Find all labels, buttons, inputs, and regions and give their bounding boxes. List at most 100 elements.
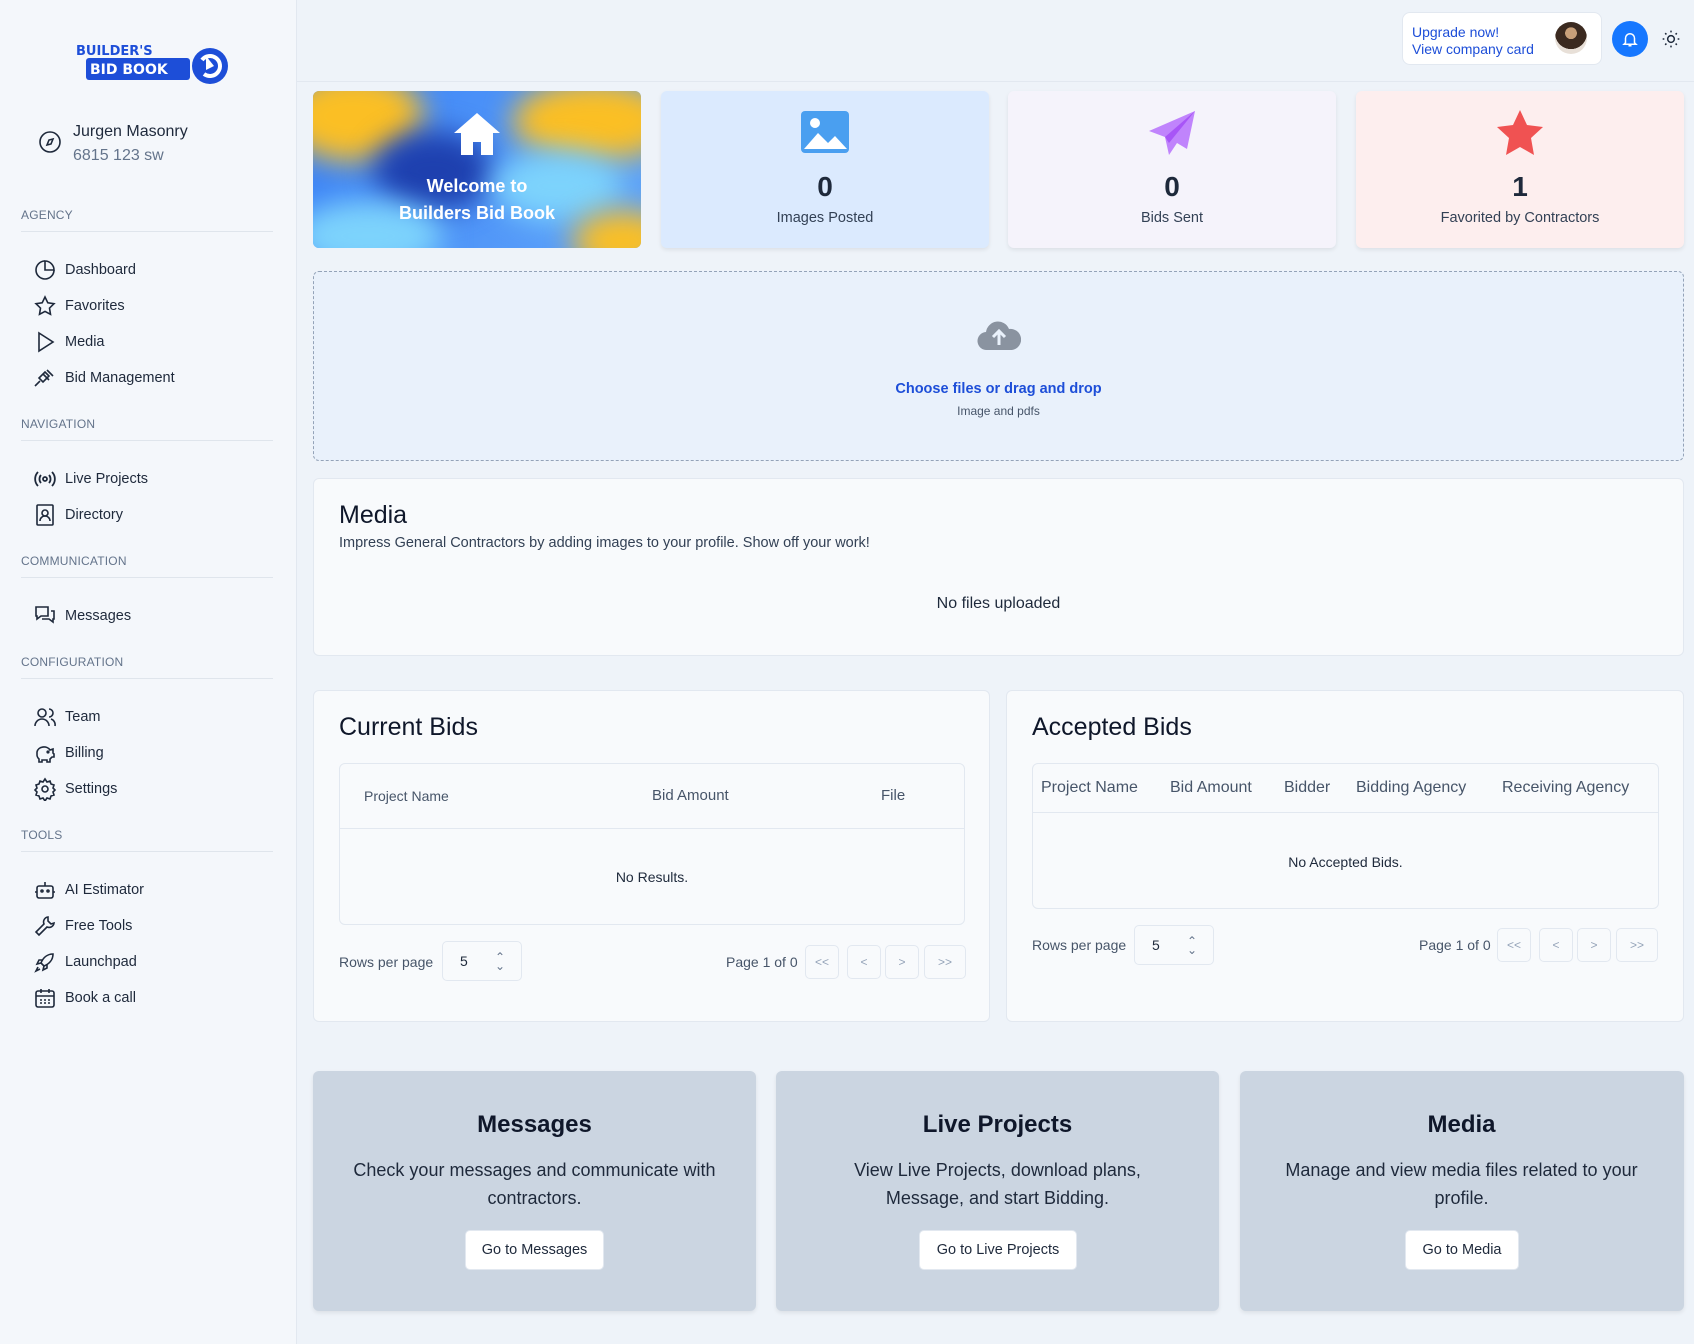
column-header[interactable]: Bidding Agency <box>1356 779 1466 797</box>
next-page-button[interactable]: > <box>1577 928 1611 962</box>
accepted-bids-table: Project Name Bid Amount Bidder Bidding A… <box>1032 763 1659 909</box>
rows-per-page-label: Rows per page <box>1032 937 1127 953</box>
panel-title: Accepted Bids <box>1032 713 1192 741</box>
welcome-banner: Welcome to Builders Bid Book <box>313 91 641 248</box>
sidebar-item-label: AI Estimator <box>65 882 144 898</box>
notifications-button[interactable] <box>1612 21 1648 57</box>
sidebar-item-label: Book a call <box>65 990 136 1006</box>
divider <box>21 678 273 679</box>
sidebar-item-label: Launchpad <box>65 954 137 970</box>
welcome-text: Welcome to Builders Bid Book <box>313 173 641 227</box>
current-bids-table: Project Name Bid Amount File No Results. <box>339 763 965 925</box>
sidebar-item-messages[interactable]: Messages <box>33 602 131 630</box>
go-to-messages-button[interactable]: Go to Messages <box>465 1230 604 1270</box>
sidebar-item-label: Messages <box>65 608 132 624</box>
star-icon <box>34 295 56 316</box>
stat-value: 0 <box>817 171 833 202</box>
accepted-bids-panel: Accepted Bids Project Name Bid Amount Bi… <box>1006 690 1684 1022</box>
sidebar-item-settings[interactable]: Settings <box>33 775 117 803</box>
broadcast-icon <box>34 471 56 487</box>
star-icon <box>1497 110 1543 155</box>
card-description: Check your messages and communicate with… <box>353 1160 716 1208</box>
stat-label: Bids Sent <box>1140 210 1204 226</box>
rows-per-page-value: 5 <box>1152 937 1160 953</box>
card-title: Messages <box>477 1111 592 1138</box>
calendar-icon <box>35 989 55 1008</box>
card-description: View Live Projects, download plans, Mess… <box>854 1160 1141 1208</box>
divider <box>21 231 273 232</box>
gavel-icon <box>34 369 54 387</box>
sidebar-item-billing[interactable]: Billing <box>33 739 104 767</box>
sidebar-item-label: Free Tools <box>65 918 133 934</box>
sidebar-item-live-projects[interactable]: Live Projects <box>33 465 148 493</box>
piggy-bank-icon <box>36 746 55 763</box>
upgrade-link[interactable]: Upgrade now! <box>1412 24 1499 40</box>
company-switcher[interactable]: Jurgen Masonry 6815 123 sw <box>38 120 188 168</box>
brand-logo[interactable]: BUILDER'S BID BOOK <box>76 44 231 88</box>
rows-per-page-select[interactable]: 5 ⌃ ⌄ <box>442 941 522 981</box>
section-title-agency: AGENCY <box>21 208 73 222</box>
wrench-icon <box>34 916 55 937</box>
rows-per-page-label: Rows per page <box>339 954 434 970</box>
file-dropzone[interactable]: Choose files or drag and drop Image and … <box>313 271 1684 461</box>
last-page-button[interactable]: >> <box>1616 928 1658 962</box>
go-to-media-button[interactable]: Go to Media <box>1405 1230 1519 1270</box>
quick-card-messages: Messages Check your messages and communi… <box>313 1071 756 1311</box>
sidebar-item-directory[interactable]: Directory <box>33 501 123 529</box>
column-header[interactable]: File <box>881 787 905 804</box>
last-page-button[interactable]: >> <box>924 945 966 979</box>
column-header[interactable]: Project Name <box>364 788 449 804</box>
column-header[interactable]: Project Name <box>1041 779 1138 797</box>
paper-plane-icon <box>1149 111 1195 155</box>
company-address: 6815 123 sw <box>73 147 164 164</box>
divider <box>1033 812 1658 813</box>
column-header[interactable]: Bidder <box>1284 779 1330 797</box>
sidebar-item-favorites[interactable]: Favorites <box>33 292 125 320</box>
first-page-button[interactable]: << <box>1497 928 1531 962</box>
sidebar-item-book-a-call[interactable]: Book a call <box>33 984 136 1012</box>
sidebar-item-bid-management[interactable]: Bid Management <box>33 364 175 392</box>
column-header[interactable]: Receiving Agency <box>1502 779 1629 797</box>
sidebar-item-label: Live Projects <box>65 471 149 487</box>
sidebar-item-dashboard[interactable]: Dashboard <box>33 256 136 284</box>
sidebar-item-free-tools[interactable]: Free Tools <box>33 912 132 940</box>
column-header[interactable]: Bid Amount <box>1170 779 1252 797</box>
sidebar-item-media[interactable]: Media <box>33 328 105 356</box>
sidebar-item-label: Directory <box>65 507 124 523</box>
go-to-live-projects-button[interactable]: Go to Live Projects <box>919 1230 1077 1270</box>
empty-state: No Results. <box>615 869 689 885</box>
brand-line-1: BUILDER'S <box>76 44 153 59</box>
upgrade-card[interactable]: Upgrade now! View company card <box>1402 12 1602 65</box>
sidebar-item-label: Bid Management <box>65 370 175 386</box>
panel-title: Current Bids <box>339 713 478 741</box>
company-name: Jurgen Masonry <box>73 123 188 140</box>
sidebar-item-launchpad[interactable]: Launchpad <box>33 948 137 976</box>
home-icon <box>454 113 500 155</box>
sidebar-item-ai-estimator[interactable]: AI Estimator <box>33 876 144 904</box>
panel-title: Media <box>339 501 408 529</box>
next-page-button[interactable]: > <box>885 945 919 979</box>
avatar[interactable] <box>1555 22 1587 54</box>
prev-page-button[interactable]: < <box>847 945 881 979</box>
stat-value: 1 <box>1512 171 1528 202</box>
chevron-up-down-icon: ⌃ ⌄ <box>494 950 505 973</box>
users-icon <box>34 708 56 727</box>
rows-per-page-select[interactable]: 5 ⌃ ⌄ <box>1134 925 1214 965</box>
compass-icon <box>39 131 61 153</box>
sidebar-item-label: Favorites <box>65 298 125 314</box>
decor <box>513 91 641 161</box>
stat-card-images: 0 Images Posted <box>661 91 989 248</box>
divider <box>21 851 273 852</box>
company-card-link[interactable]: View company card <box>1412 41 1534 57</box>
column-header[interactable]: Bid Amount <box>652 787 729 804</box>
stat-value: 0 <box>1164 171 1180 202</box>
divider <box>340 828 964 829</box>
sidebar-item-team[interactable]: Team <box>33 703 100 731</box>
sidebar-item-label: Settings <box>65 781 118 797</box>
theme-toggle-button[interactable] <box>1658 26 1684 52</box>
rocket-icon <box>34 953 54 973</box>
prev-page-button[interactable]: < <box>1539 928 1573 962</box>
first-page-button[interactable]: << <box>805 945 839 979</box>
page-info: Page 1 of 0 <box>726 954 798 970</box>
choose-files-link[interactable]: Choose files or drag and drop <box>314 381 1683 397</box>
